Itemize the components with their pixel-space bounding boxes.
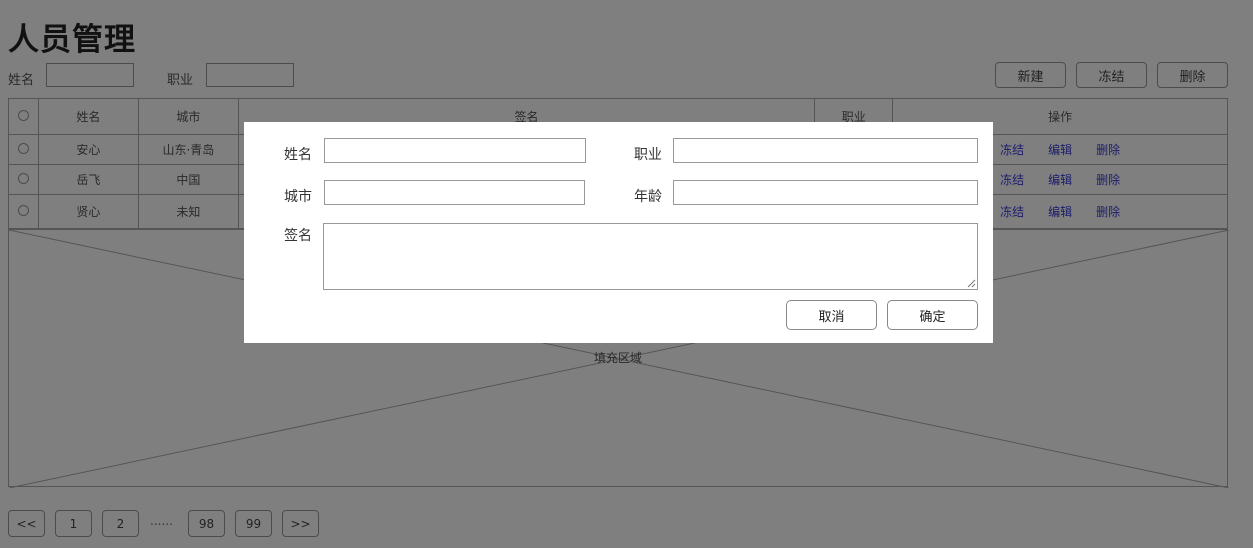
- dialog-name-label: 姓名: [284, 147, 312, 163]
- dialog-signature-label: 签名: [284, 228, 312, 244]
- cancel-button[interactable]: 取消: [786, 300, 877, 330]
- resize-grip-icon[interactable]: [967, 279, 976, 288]
- dialog-age-label: 年龄: [634, 189, 662, 205]
- dialog-age-input[interactable]: [673, 180, 978, 205]
- confirm-button[interactable]: 确定: [887, 300, 978, 330]
- dialog-name-input[interactable]: [324, 138, 586, 163]
- dialog-city-label: 城市: [284, 189, 312, 205]
- dialog-job-label: 职业: [634, 147, 662, 163]
- dialog-job-input[interactable]: [673, 138, 978, 163]
- dialog-signature-textarea[interactable]: [323, 223, 978, 290]
- edit-person-dialog: 姓名 职业 城市 年龄 签名 取消 确定: [244, 122, 993, 343]
- page: 人员管理 姓名 职业 新建 冻结 删除 姓名 城市 签名 职业 操作 安心 山东…: [0, 0, 1253, 548]
- dialog-city-input[interactable]: [324, 180, 585, 205]
